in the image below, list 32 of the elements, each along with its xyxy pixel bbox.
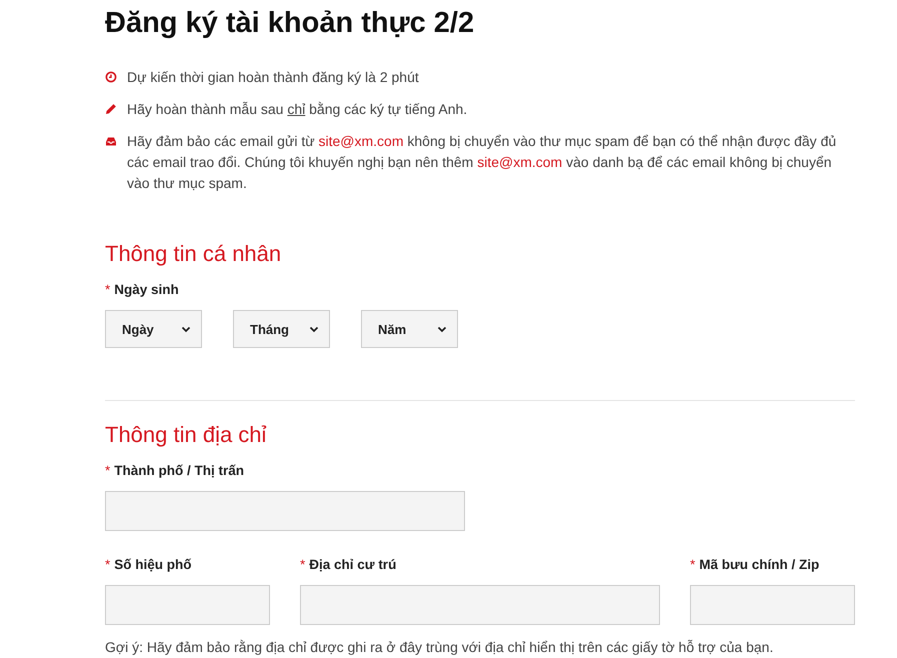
field-label: Ngày sinh: [114, 282, 179, 298]
email-link[interactable]: site@xm.com: [477, 154, 562, 170]
dropdown[interactable]: Ngày: [105, 310, 202, 348]
dropdown[interactable]: Tháng: [233, 310, 330, 348]
required-mark: *: [690, 557, 696, 573]
inbox-icon: [105, 135, 117, 147]
chevron-down-icon: [309, 324, 319, 334]
field-label: Mã bưu chính / Zip: [699, 557, 820, 573]
field-label: Thành phố / Thị trấn: [114, 463, 244, 479]
note-text: Hãy đảm bảo các email gửi từ site@xm.com không bị chuyển vào thư mục spam để bạn có thể nhận được đầy đủ các email trao đổi. Chúng tôi khuyến nghị bạn nên thêm site@xm.com vào danh bạ để các email không bị chuyển vào thư mục spam.: [127, 132, 838, 193]
field-label: Địa chỉ cư trú: [309, 557, 396, 573]
input-field[interactable]: [300, 585, 660, 625]
email-link[interactable]: site@xm.com: [318, 133, 404, 149]
chevron-down-icon: [181, 324, 191, 334]
section-heading: Thông tin địa chỉ: [105, 421, 268, 449]
required-mark: *: [105, 557, 110, 573]
input-field[interactable]: [105, 585, 270, 625]
required-mark: *: [300, 557, 306, 573]
dropdown[interactable]: Năm: [361, 310, 458, 348]
page-title: Đăng ký tài khoản thực 2/2: [105, 6, 476, 41]
required-mark: *: [105, 463, 110, 479]
note-text: Dự kiến thời gian hoàn thành đăng ký là 2 phút: [127, 68, 419, 87]
field-label: Số hiệu phố: [114, 557, 192, 573]
section-heading: Thông tin cá nhân: [105, 240, 282, 268]
input-field[interactable]: [690, 585, 855, 625]
pencil-icon: [105, 103, 117, 115]
chevron-down-icon: [437, 324, 447, 334]
clock-icon: [105, 71, 117, 83]
input-field[interactable]: [105, 491, 465, 531]
required-mark: *: [105, 282, 110, 298]
hint-text: Gợi ý: Hãy đảm bảo rằng địa chỉ được ghi ra ở đây trùng với địa chỉ hiển thị trên các giấy tờ hỗ trợ của bạn.: [105, 638, 774, 657]
note-text: Hãy hoàn thành mẫu sau chỉ bằng các ký tự tiếng Anh.: [127, 100, 468, 119]
